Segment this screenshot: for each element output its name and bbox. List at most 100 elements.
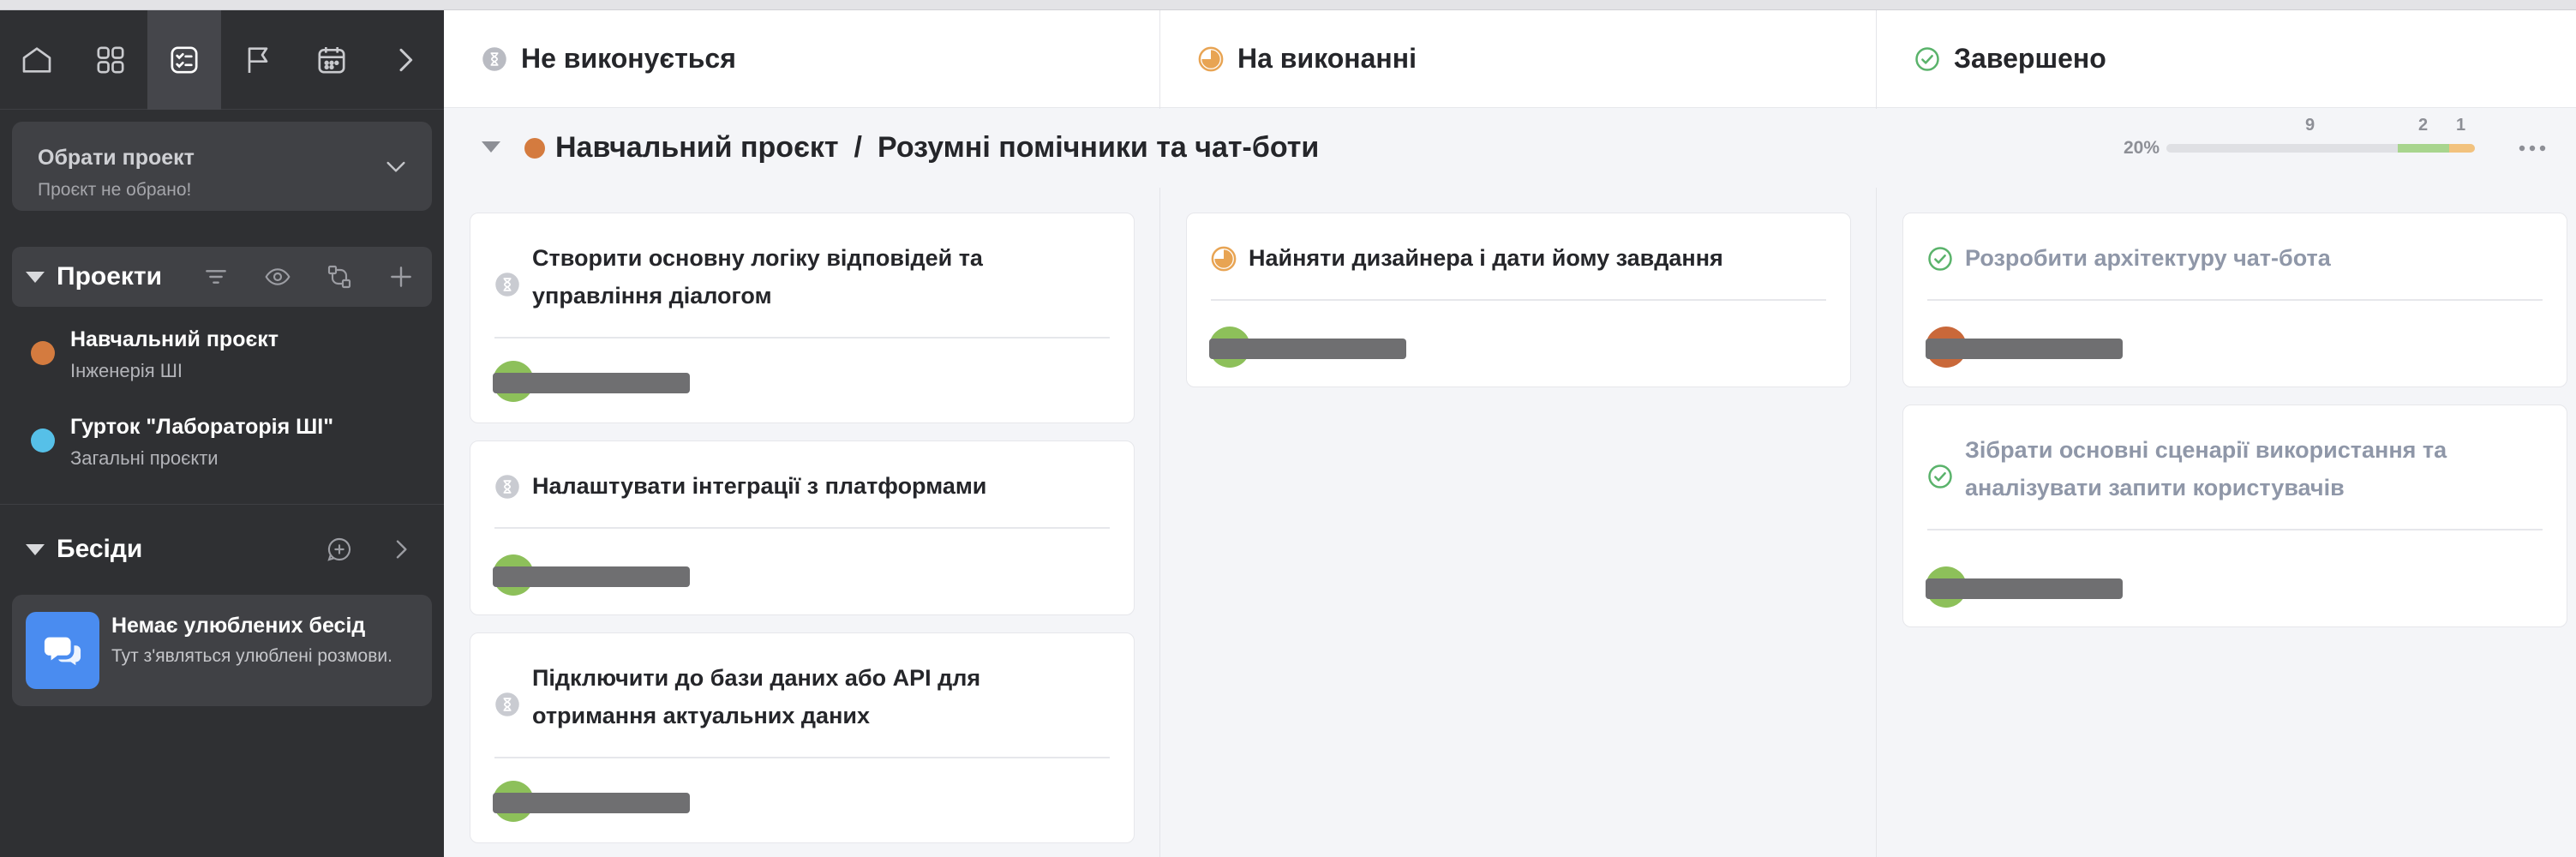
project-group-bar: Навчальний проєкт / Розумні помічники та ч… [444, 109, 2576, 188]
hourglass-status-icon [482, 46, 506, 71]
task-title: Найняти дизайнера і дати йому завдання [1249, 245, 1723, 271]
window-top-bar [0, 0, 2576, 10]
progress-segment-todo [2166, 144, 2398, 153]
progress-percent: 20% [2124, 138, 2160, 158]
chat-bubbles-icon [26, 612, 99, 689]
chevron-down-icon [386, 161, 405, 172]
collapse-triangle-icon[interactable] [26, 543, 45, 555]
group-name: Розумні помічники та чат-боти [877, 131, 1320, 164]
sidebar-project-item[interactable]: Гурток "Лабораторія ШІ" Загальні проєкти [12, 405, 432, 478]
progress-inprogress-count: 2 [2418, 116, 2429, 135]
filter-icon[interactable] [185, 247, 247, 307]
card-divider [494, 527, 1110, 529]
task-title: Підключити до бази даних або API для отр… [532, 665, 981, 728]
progress-bar [2166, 144, 2475, 153]
kanban-board: Не виконується На виконанні Завершено На… [444, 10, 2576, 857]
column-header-inprogress: На виконанні [1160, 10, 1876, 108]
column-header-todo: Не виконується [444, 10, 1159, 108]
check-circle-icon [1915, 46, 1939, 71]
branch-icon[interactable] [309, 247, 370, 307]
assignee-name-redacted [493, 373, 690, 393]
task-card[interactable]: Розробити архітектуру чат-бота [1902, 213, 2567, 387]
progress-todo-count: 9 [2305, 116, 2315, 135]
card-divider [494, 337, 1110, 339]
projects-section-header[interactable]: Проекти [12, 247, 432, 307]
card-divider [1211, 299, 1826, 301]
plus-icon[interactable] [370, 247, 432, 307]
progress-done-count: 1 [2456, 116, 2466, 135]
sidebar-nav [0, 10, 444, 110]
task-title: Зібрати основні сценарії використання та… [1965, 437, 2447, 500]
tasks-icon [171, 46, 198, 74]
check-circle-icon [1928, 247, 1952, 271]
task-title: Створити основну логіку відповідей та уп… [532, 245, 983, 309]
group-separator: / [854, 131, 862, 164]
project-name: Гурток "Лабораторія ШІ" [70, 415, 334, 439]
assignee-name-redacted [1926, 339, 2123, 359]
chats-section-header[interactable]: Бесіди [12, 519, 432, 579]
task-title: Розробити архітектуру чат-бота [1965, 245, 2331, 271]
column-title: Завершено [1954, 43, 2106, 74]
assignee-name-redacted [493, 793, 690, 813]
chats-section-title: Бесіди [57, 535, 143, 563]
chevron-right-icon[interactable] [370, 519, 432, 579]
task-card[interactable]: Налаштувати інтеграції з платформами [470, 440, 1135, 615]
project-color-dot [524, 138, 545, 159]
project-category: Інженерія ШІ [70, 360, 183, 381]
column-header-done: Завершено [1877, 10, 2576, 108]
calendar-icon [318, 47, 345, 74]
group-title[interactable]: Навчальний проєкт / Розумні помічники та ч… [555, 131, 1319, 165]
task-title: Налаштувати інтеграції з платформами [532, 473, 987, 499]
card-divider [1927, 529, 2543, 530]
card-divider [494, 757, 1110, 758]
project-category: Загальні проєкти [70, 447, 219, 469]
nav-flag-button[interactable] [221, 10, 295, 110]
progress-segment-done [2398, 144, 2449, 153]
card-divider [1927, 299, 2543, 301]
projects-section-title: Проекти [57, 262, 163, 291]
nav-home-button[interactable] [0, 10, 74, 110]
flag-icon [248, 47, 268, 73]
eye-icon[interactable] [247, 247, 309, 307]
nav-calendar-button[interactable] [295, 10, 368, 110]
hourglass-status-icon [495, 475, 519, 499]
empty-chats-title: Немає улюблених бесід [111, 614, 366, 638]
progress-segment-inprogress [2449, 144, 2475, 153]
assignee-name-redacted [1926, 578, 2123, 599]
task-card[interactable]: Підключити до бази даних або API для отр… [470, 632, 1135, 843]
assignee-name-redacted [493, 566, 690, 587]
more-options-button[interactable] [2511, 131, 2554, 165]
in-progress-status-icon [1198, 46, 1224, 71]
add-chat-icon[interactable] [309, 519, 370, 579]
project-select-subtitle: Проєкт не обрано! [38, 180, 192, 200]
sidebar-divider [0, 504, 444, 505]
task-card[interactable]: Зібрати основні сценарії використання та… [1902, 405, 2567, 627]
project-color-dot [31, 341, 55, 365]
more-horizontal-icon [2519, 145, 2546, 152]
collapse-triangle-icon[interactable] [26, 271, 45, 283]
home-icon [22, 47, 51, 73]
column-title: Не виконується [521, 43, 736, 74]
nav-grid-button[interactable] [74, 10, 147, 110]
nav-tasks-button[interactable] [147, 10, 221, 110]
project-select-dropdown[interactable]: Обрати проект Проєкт не обрано! [12, 122, 432, 211]
project-name: Навчальний проєкт [70, 327, 279, 351]
project-color-dot [31, 428, 55, 452]
project-select-title: Обрати проект [38, 146, 195, 170]
sidebar: Обрати проект Проєкт не обрано! Проекти … [0, 10, 444, 857]
column-title: На виконанні [1237, 43, 1417, 74]
hourglass-status-icon [495, 273, 519, 297]
chevron-right-icon [399, 48, 413, 72]
group-collapse-icon[interactable] [482, 141, 500, 153]
assignee-name-redacted [1209, 339, 1406, 359]
grid-icon [97, 46, 124, 74]
hourglass-status-icon [495, 692, 519, 716]
empty-chats-text: Тут з'являться улюблені розмови. [111, 646, 392, 666]
check-circle-icon [1928, 464, 1952, 488]
nav-expand-button[interactable] [368, 10, 442, 110]
empty-chats-card: Немає улюблених бесід Тут з'являться улю… [12, 595, 432, 706]
task-card[interactable]: Найняти дизайнера і дати йому завдання [1186, 213, 1851, 387]
in-progress-status-icon [1211, 246, 1237, 272]
task-card[interactable]: Створити основну логіку відповідей та уп… [470, 213, 1135, 423]
sidebar-project-item[interactable]: Навчальний проєкт Інженерія ШІ [12, 317, 432, 391]
